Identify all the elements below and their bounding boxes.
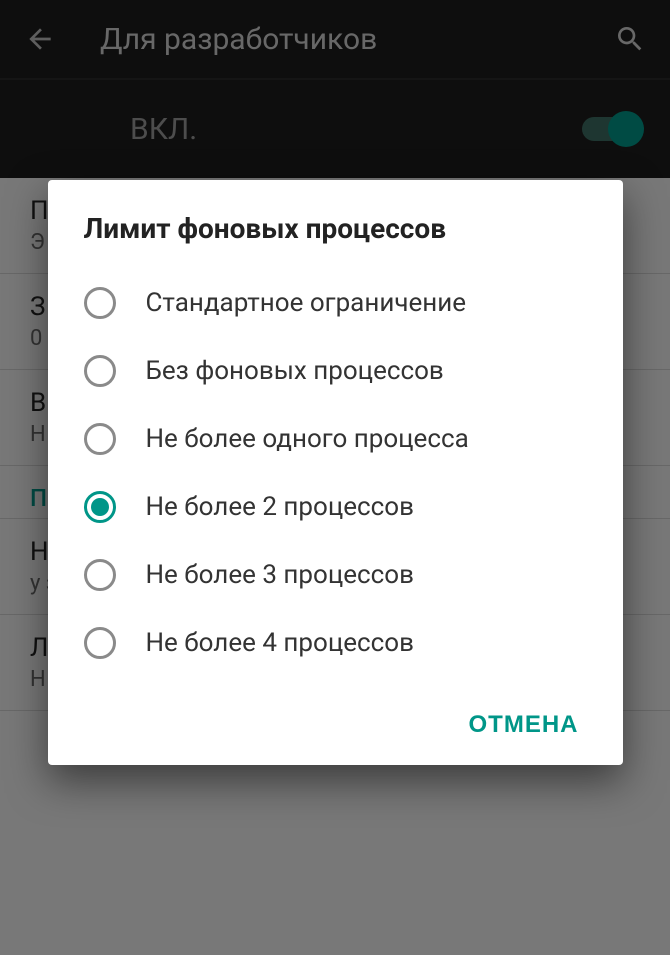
radio-label: Стандартное ограничение [146, 288, 467, 318]
dialog-title: Лимит фоновых процессов [48, 212, 623, 261]
radio-icon [84, 355, 116, 387]
radio-option-5[interactable]: Не более 4 процессов [48, 609, 623, 677]
radio-label: Не более 4 процессов [146, 628, 414, 658]
radio-label: Не более 3 процессов [146, 560, 414, 590]
radio-group: Стандартное ограничение Без фоновых проце… [48, 261, 623, 685]
radio-option-1[interactable]: Без фоновых процессов [48, 337, 623, 405]
process-limit-dialog: Лимит фоновых процессов Стандартное огра… [48, 180, 623, 765]
radio-icon [84, 559, 116, 591]
dialog-actions: ОТМЕНА [48, 685, 623, 751]
radio-option-4[interactable]: Не более 3 процессов [48, 541, 623, 609]
radio-icon [84, 627, 116, 659]
radio-option-0[interactable]: Стандартное ограничение [48, 269, 623, 337]
radio-label: Не более одного процесса [146, 424, 469, 454]
cancel-button[interactable]: ОТМЕНА [453, 699, 595, 751]
radio-label: Без фоновых процессов [146, 356, 444, 386]
radio-icon [84, 423, 116, 455]
radio-option-3[interactable]: Не более 2 процессов [48, 473, 623, 541]
radio-icon [84, 287, 116, 319]
radio-icon [84, 491, 116, 523]
radio-option-2[interactable]: Не более одного процесса [48, 405, 623, 473]
dialog-scrim[interactable]: Лимит фоновых процессов Стандартное огра… [0, 0, 670, 955]
radio-label: Не более 2 процессов [146, 492, 414, 522]
